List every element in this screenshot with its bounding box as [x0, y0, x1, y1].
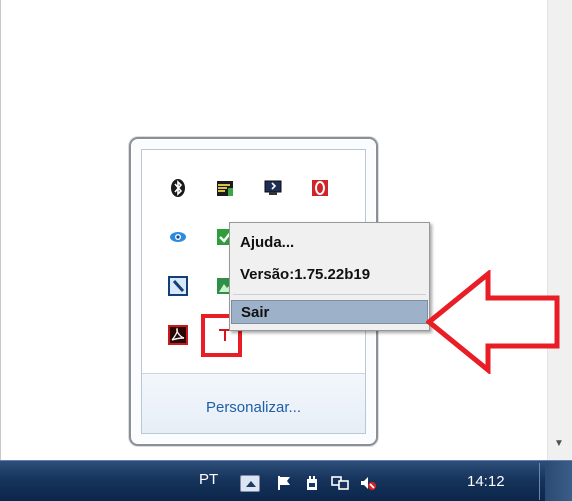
language-indicator[interactable]: PT — [199, 471, 218, 488]
menu-separator — [233, 294, 426, 295]
bluetooth-icon[interactable] — [168, 178, 188, 198]
scroll-down-arrow-icon[interactable]: ▼ — [551, 436, 567, 452]
show-hidden-icons-button[interactable] — [240, 475, 260, 492]
taskbar: PT 14:12 — [0, 460, 572, 501]
acrobat-icon[interactable] — [168, 325, 188, 345]
power-plug-icon[interactable] — [303, 474, 321, 492]
bars-app-icon[interactable] — [215, 178, 235, 198]
network-icon[interactable] — [331, 474, 349, 492]
menu-item-version[interactable]: Versão:1.75.22b19 — [231, 263, 428, 287]
flag-icon[interactable] — [276, 474, 294, 492]
taskbar-divider — [539, 463, 540, 500]
clock[interactable]: 14:12 — [467, 473, 505, 490]
volume-muted-icon[interactable] — [359, 474, 377, 492]
show-desktop-button[interactable] — [545, 461, 572, 501]
customize-link[interactable]: Personalizar... — [142, 399, 365, 416]
eye-icon[interactable] — [168, 227, 188, 247]
menu-item-exit[interactable]: Sair — [231, 300, 428, 324]
red-loop-icon[interactable] — [310, 178, 330, 198]
annotation-arrow-icon — [426, 270, 560, 374]
wrench-icon[interactable] — [168, 276, 188, 296]
page-left-border — [0, 0, 1, 460]
tray-popup-footer: Personalizar... — [142, 373, 365, 433]
display-icon[interactable] — [263, 178, 283, 198]
vertical-scrollbar[interactable] — [547, 0, 572, 460]
context-menu: Ajuda... Versão:1.75.22b19 Sair — [229, 222, 430, 331]
menu-item-help[interactable]: Ajuda... — [231, 231, 428, 255]
